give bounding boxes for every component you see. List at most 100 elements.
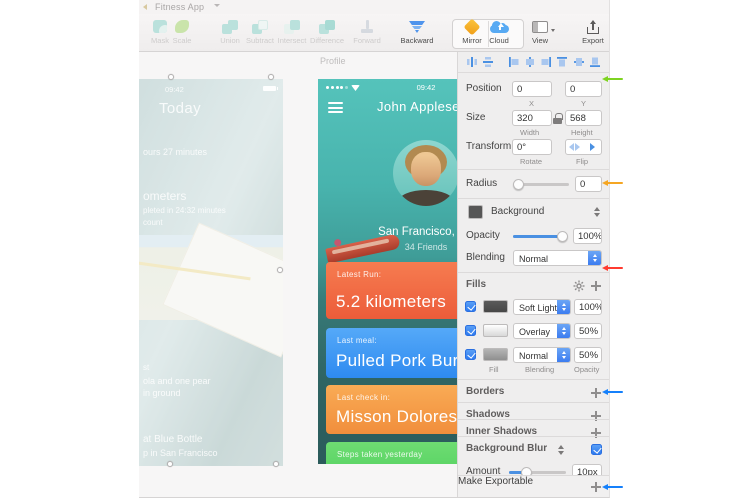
opacity-input[interactable]: 100% bbox=[573, 228, 602, 244]
inspector-panel: Position 0 0 X Y Size 320 568 Width Heig… bbox=[457, 52, 609, 497]
distribute-horizontally-icon[interactable] bbox=[466, 56, 478, 68]
scale-icon bbox=[175, 20, 189, 33]
window-proxy-icon bbox=[143, 4, 147, 10]
faded-overlay bbox=[139, 79, 283, 466]
opacity-slider[interactable] bbox=[513, 235, 567, 238]
flip-horizontal-button[interactable] bbox=[565, 139, 584, 155]
make-exportable-row[interactable]: Make Exportable bbox=[458, 475, 609, 497]
radius-slider-knob[interactable] bbox=[513, 179, 524, 190]
annotation-arrow-position bbox=[602, 78, 623, 81]
gear-icon[interactable] bbox=[573, 280, 585, 292]
fill-enabled-checkbox[interactable] bbox=[465, 301, 476, 312]
background-stepper-icon[interactable] bbox=[590, 206, 603, 218]
fill-color-swatch[interactable] bbox=[483, 348, 508, 361]
annotation-arrow-background bbox=[602, 182, 623, 185]
opacity-slider-knob[interactable] bbox=[557, 231, 568, 242]
background-row[interactable]: Background bbox=[458, 204, 609, 220]
blending-row: Blending Normal bbox=[458, 250, 609, 266]
fill-opacity-input[interactable]: 50% bbox=[574, 323, 602, 339]
divider bbox=[458, 419, 609, 420]
export-button[interactable]: Export bbox=[573, 18, 610, 45]
avatar bbox=[393, 140, 459, 206]
opacity-row: Opacity 100% bbox=[458, 228, 609, 244]
fill-enabled-checkbox[interactable] bbox=[465, 349, 476, 360]
add-fill-icon[interactable] bbox=[591, 281, 601, 291]
size-width-input[interactable]: 320 bbox=[512, 110, 552, 126]
flip-vertical-button[interactable] bbox=[583, 139, 602, 155]
lock-icon[interactable] bbox=[553, 113, 562, 124]
scale-button[interactable]: Scale bbox=[162, 18, 202, 45]
align-bottom-icon[interactable] bbox=[589, 56, 601, 68]
fill-row: Overlay 50% bbox=[458, 323, 609, 339]
divider bbox=[458, 436, 609, 437]
distribute-vertically-icon[interactable] bbox=[482, 56, 494, 68]
title-caret-icon[interactable] bbox=[214, 4, 220, 7]
mirror-icon bbox=[464, 18, 481, 35]
position-y-input[interactable]: 0 bbox=[565, 81, 602, 97]
fill-column-labels: Fill Blending Opacity bbox=[458, 365, 609, 375]
borders-section: Borders bbox=[458, 385, 609, 401]
radius-slider[interactable] bbox=[515, 183, 569, 186]
fill-blend-dropdown[interactable]: Soft Light bbox=[513, 299, 571, 315]
view-icon bbox=[532, 21, 548, 33]
backward-button[interactable]: Backward bbox=[397, 18, 437, 45]
selection-handle[interactable] bbox=[268, 74, 274, 80]
add-export-icon[interactable] bbox=[591, 482, 601, 492]
radius-input[interactable]: 0 bbox=[575, 176, 602, 192]
cloud-button[interactable]: Cloud bbox=[479, 18, 519, 45]
document-title: Fitness App bbox=[155, 2, 204, 12]
background-color-swatch[interactable] bbox=[468, 205, 483, 219]
inner-shadows-section: Inner Shadows bbox=[458, 425, 609, 441]
artboard-label-profile[interactable]: Profile bbox=[320, 56, 346, 66]
background-blur-checkbox[interactable] bbox=[591, 444, 602, 455]
align-middle-vertical-icon[interactable] bbox=[573, 56, 585, 68]
fill-opacity-input[interactable]: 100% bbox=[574, 299, 602, 315]
selection-handle[interactable] bbox=[167, 461, 173, 467]
subtract-icon bbox=[252, 20, 268, 34]
position-x-input[interactable]: 0 bbox=[512, 81, 552, 97]
align-top-icon[interactable] bbox=[556, 56, 568, 68]
fill-blend-dropdown[interactable]: Overlay bbox=[513, 323, 571, 339]
shadows-section: Shadows bbox=[458, 408, 609, 424]
screenshot-stage: Fitness App Mask Scale Union Subtract bbox=[0, 0, 750, 500]
selection-handle[interactable] bbox=[273, 461, 279, 467]
divider bbox=[458, 379, 609, 380]
alignment-toolbar bbox=[458, 52, 609, 73]
align-center-horizontal-icon[interactable] bbox=[524, 56, 536, 68]
union-icon bbox=[222, 20, 238, 34]
fill-enabled-checkbox[interactable] bbox=[465, 325, 476, 336]
dropdown-stepper-icon bbox=[557, 300, 570, 314]
selection-handle[interactable] bbox=[277, 267, 283, 273]
amount-slider[interactable] bbox=[509, 471, 566, 474]
blur-type-stepper-icon[interactable] bbox=[554, 444, 567, 456]
align-left-icon[interactable] bbox=[508, 56, 520, 68]
fill-opacity-input[interactable]: 50% bbox=[574, 347, 602, 363]
intersect-button[interactable]: Intersect bbox=[272, 18, 312, 45]
fill-row: Normal 50% bbox=[458, 347, 609, 363]
radius-row: Radius 0 bbox=[458, 176, 609, 192]
fill-color-swatch[interactable] bbox=[483, 300, 508, 313]
fill-color-swatch[interactable] bbox=[483, 324, 508, 337]
divider bbox=[458, 272, 609, 273]
fill-blend-dropdown[interactable]: Normal bbox=[513, 347, 571, 363]
dropdown-stepper-icon bbox=[588, 251, 601, 265]
blending-dropdown[interactable]: Normal bbox=[513, 250, 602, 266]
view-button[interactable]: View bbox=[520, 18, 560, 45]
background-blur-row: Background Blur bbox=[458, 442, 609, 458]
difference-icon bbox=[319, 20, 335, 34]
selection-handle[interactable] bbox=[168, 74, 174, 80]
forward-button[interactable]: Forward bbox=[347, 18, 387, 45]
toolbar: Mask Scale Union Subtract Intersect Diff… bbox=[139, 14, 609, 52]
align-right-icon[interactable] bbox=[540, 56, 552, 68]
artboard-today[interactable]: 09:42 Today ours 27 minutes ometers plet… bbox=[139, 79, 283, 466]
titlebar[interactable]: Fitness App bbox=[139, 0, 609, 14]
difference-button[interactable]: Difference bbox=[307, 18, 347, 45]
rotate-input[interactable]: 0° bbox=[512, 139, 552, 155]
size-height-input[interactable]: 568 bbox=[565, 110, 602, 126]
annotation-arrow-make-exportable bbox=[602, 486, 623, 489]
backward-icon bbox=[409, 20, 425, 33]
divider bbox=[458, 198, 609, 199]
forward-icon bbox=[361, 20, 373, 33]
fills-header: Fills bbox=[458, 278, 609, 294]
add-border-icon[interactable] bbox=[591, 388, 601, 398]
